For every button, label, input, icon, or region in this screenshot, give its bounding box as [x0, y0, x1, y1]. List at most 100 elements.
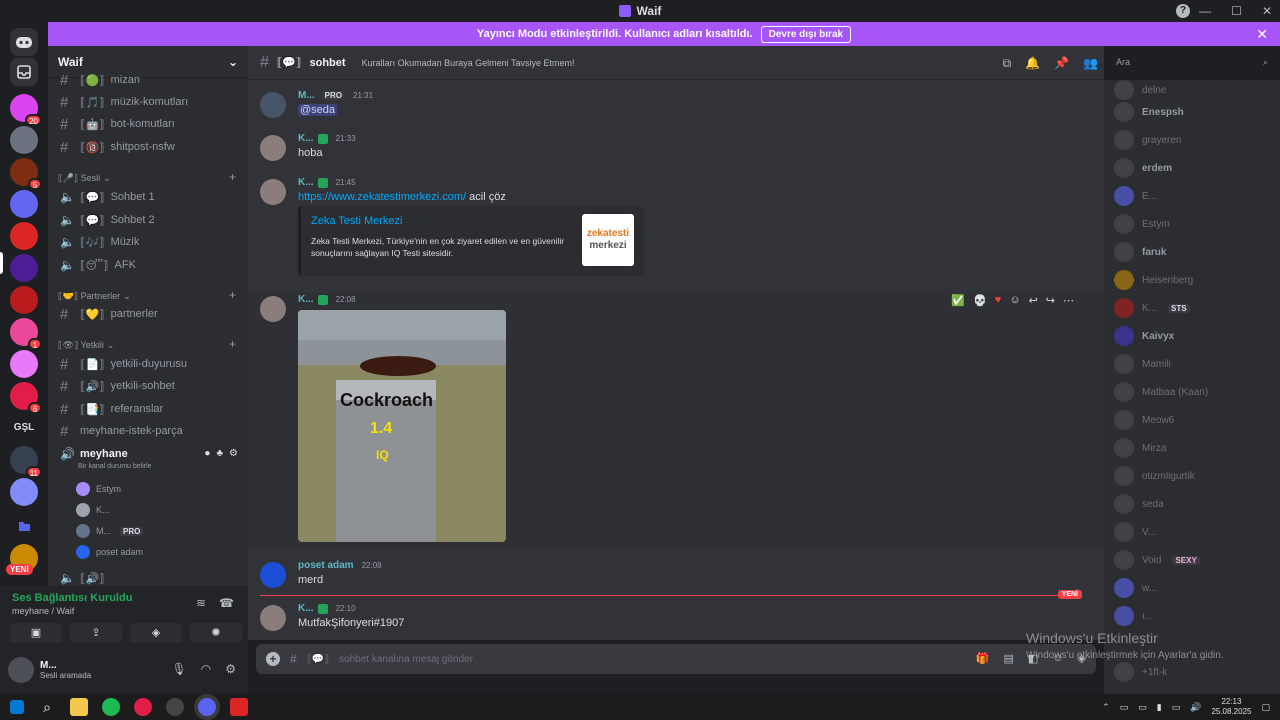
member-item[interactable]: delne — [1114, 80, 1166, 100]
channel-item[interactable]: # ⟦🤖⟧ bot-komutları — [56, 114, 240, 134]
avatar[interactable] — [260, 179, 286, 205]
avatar[interactable] — [260, 135, 286, 161]
disable-streamer-mode-button[interactable]: Devre dışı bırak — [760, 25, 852, 43]
channel-item[interactable]: # ⟦💛⟧ partnerler — [56, 304, 240, 324]
voice-connected-subtitle[interactable]: meyhane / Waif — [12, 606, 74, 616]
gear-icon[interactable]: ⚙ — [229, 448, 238, 459]
channel-item[interactable]: # ⟦📄⟧ yetkili-duyurusu — [56, 354, 240, 374]
network-icon[interactable]: ▭ — [1172, 702, 1181, 713]
channel-item[interactable]: # ⟦📑⟧ referanslar — [56, 399, 240, 419]
file-explorer-icon[interactable] — [70, 698, 88, 716]
add-member-icon[interactable]: ♣ — [216, 448, 223, 459]
member-item[interactable]: V... — [1114, 522, 1156, 542]
tray-app-icon[interactable]: ▭ — [1120, 702, 1129, 713]
member-item[interactable]: Heisenberg — [1114, 270, 1193, 290]
chat-bubble-icon[interactable]: ● — [204, 448, 210, 459]
check-reaction-icon[interactable]: ✅ — [951, 294, 965, 307]
message-image[interactable]: Cockroach 1.4 IQ — [298, 310, 506, 542]
notification-icon[interactable]: ▢ — [1261, 702, 1270, 713]
add-channel-icon[interactable]: + — [229, 288, 236, 302]
spotify-icon[interactable] — [102, 698, 120, 716]
member-item[interactable]: E... — [1114, 186, 1157, 206]
search-icon[interactable]: ⌕ — [38, 698, 56, 716]
channel-item[interactable]: # ⟦🎵⟧ müzik-komutları — [56, 92, 240, 112]
skull-reaction-icon[interactable]: 💀 — [973, 294, 987, 307]
reply-icon[interactable]: ↩ — [1029, 294, 1038, 307]
member-item[interactable]: Void SEXY — [1114, 550, 1200, 570]
member-list-icon[interactable]: 👥 — [1083, 56, 1098, 71]
soundboard-button[interactable]: ✺ — [190, 623, 242, 643]
voice-status-hint[interactable]: Bir kanal durumu belirle — [78, 463, 152, 470]
tray-app-icon[interactable]: ▭ — [1138, 702, 1147, 713]
voice-user[interactable]: poset adam — [76, 545, 143, 559]
help-icon[interactable]: ? — [1176, 4, 1190, 18]
message-author[interactable]: K... — [298, 133, 314, 144]
voice-channel-item[interactable]: 🔈 ⟦💬⟧ Sohbet 2 — [56, 210, 240, 230]
search-input[interactable]: Ara ⌕ — [1110, 52, 1274, 72]
camera-button[interactable]: ▣ — [10, 623, 62, 643]
server-icon[interactable]: 20 — [10, 94, 42, 126]
message-author[interactable]: K... — [298, 177, 314, 188]
headphones-icon[interactable]: ◠ — [201, 662, 211, 676]
gif-icon[interactable]: ▤ — [1003, 652, 1013, 665]
add-channel-icon[interactable]: + — [229, 170, 236, 184]
message-author[interactable]: poset adam — [298, 560, 354, 571]
voice-channel-item[interactable]: 🔈 ⟦🔊⟧ — [56, 568, 240, 586]
member-item[interactable]: Estym — [1114, 214, 1170, 234]
member-item[interactable]: grayeren — [1114, 130, 1181, 150]
add-reaction-icon[interactable]: ☺ — [1009, 294, 1020, 307]
system-clock[interactable]: 22:13 25.08.2025 — [1211, 697, 1251, 717]
channel-topic[interactable]: Kuralları Okumadan Buraya Gelmeni Tavsiy… — [362, 58, 575, 68]
server-icon[interactable]: 6 — [10, 382, 42, 414]
gear-icon[interactable]: ⚙ — [225, 662, 236, 676]
voice-user[interactable]: K... — [76, 503, 110, 517]
avatar[interactable] — [8, 657, 34, 683]
pin-icon[interactable]: 📌 — [1054, 56, 1069, 71]
member-item[interactable]: +1ft-k — [1114, 662, 1167, 682]
volume-icon[interactable]: 🔊 — [1190, 702, 1201, 713]
message-author[interactable]: K... — [298, 294, 314, 305]
obs-icon[interactable] — [166, 698, 184, 716]
member-item[interactable]: Kaivyx — [1114, 326, 1174, 346]
member-item[interactable]: ı... — [1114, 606, 1153, 626]
gift-icon[interactable]: 🎁 — [976, 652, 990, 665]
voice-user[interactable]: M... PRO — [76, 524, 144, 538]
server-icon[interactable] — [10, 190, 38, 218]
channel-item[interactable]: # ⟦🔊⟧ yetkili-sohbet — [56, 376, 240, 396]
discord-home-icon[interactable] — [10, 28, 38, 56]
maximize-button[interactable]: ☐ — [1231, 4, 1242, 18]
server-icon[interactable] — [10, 126, 38, 154]
activities-button[interactable]: ◈ — [130, 623, 182, 643]
message-author[interactable]: K... — [298, 603, 314, 614]
voice-channel-item[interactable]: 🔈 ⟦🎶⟧ Müzik — [56, 232, 240, 252]
server-icon[interactable] — [10, 222, 38, 250]
member-item[interactable]: K... STS — [1114, 298, 1190, 318]
member-item[interactable]: Mirza — [1114, 438, 1166, 458]
opera-icon[interactable] — [134, 698, 152, 716]
app-taskbar-icon[interactable] — [230, 698, 248, 716]
avatar[interactable] — [260, 605, 286, 631]
member-item[interactable]: faruk — [1114, 242, 1166, 262]
tray-chevron-icon[interactable]: ⌃ — [1102, 702, 1110, 713]
member-item[interactable]: Meow6 — [1114, 410, 1174, 430]
channel-item[interactable]: # ⟦🔞⟧ shitpost-nsfw — [56, 137, 240, 157]
member-item[interactable]: otizmligurtik — [1114, 466, 1195, 486]
minimize-button[interactable]: — — [1199, 4, 1211, 18]
category-partnerler[interactable]: ⟦🤝⟧ Partnerler ⌄ — [58, 291, 131, 302]
server-icon[interactable]: 1 — [10, 318, 42, 350]
user-mention[interactable]: @seda — [298, 104, 338, 116]
avatar[interactable] — [260, 562, 286, 588]
avatar[interactable] — [260, 296, 286, 322]
disconnect-icon[interactable]: ☎ — [219, 596, 234, 610]
embed-thumbnail[interactable]: zekatesti merkezi — [582, 214, 634, 266]
discord-taskbar-icon[interactable] — [198, 698, 216, 716]
bell-icon[interactable]: 🔔 — [1025, 56, 1040, 71]
channel-item[interactable]: # meyhane-istek-parça — [56, 421, 240, 441]
screen-share-button[interactable]: ⇪ — [70, 623, 122, 643]
member-item[interactable]: Mamili — [1114, 354, 1171, 374]
member-item[interactable]: Enespsh — [1114, 102, 1184, 122]
category-yetkili[interactable]: ⟦👁⟧ Yetkili ⌄ — [58, 340, 114, 351]
inbox-icon[interactable] — [10, 58, 38, 86]
message-author[interactable]: M... — [298, 90, 315, 101]
voice-user[interactable]: Estym — [76, 482, 121, 496]
